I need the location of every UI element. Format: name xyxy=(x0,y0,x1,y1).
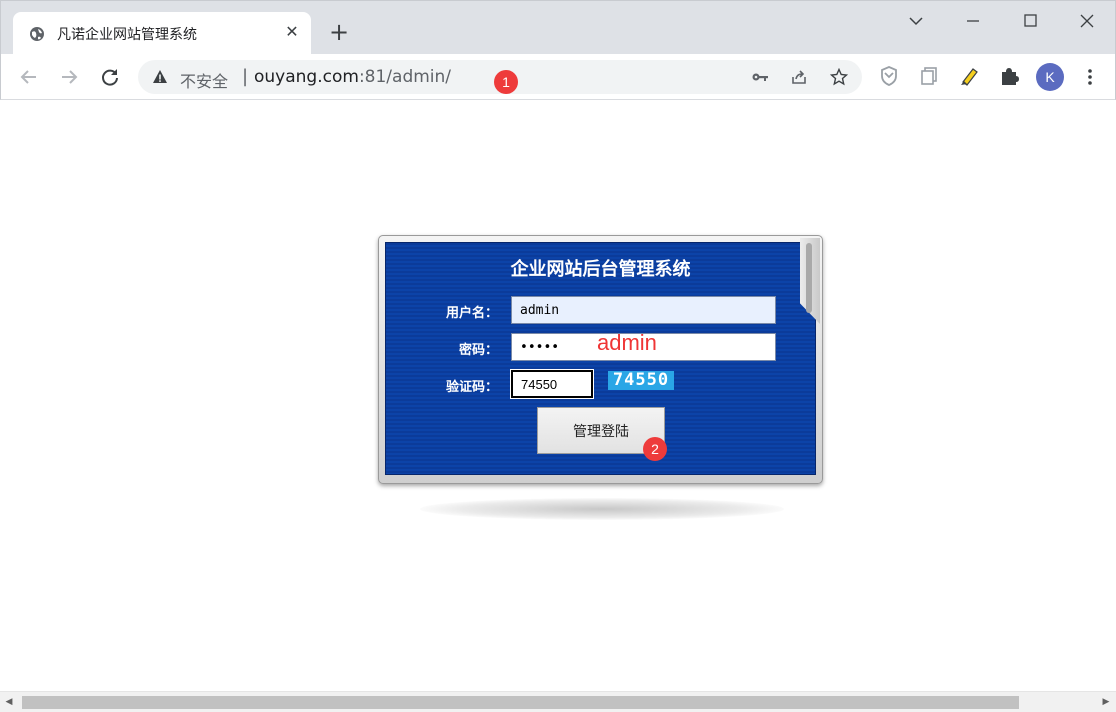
annotation-badge-2: 2 xyxy=(643,437,667,461)
password-hint-annotation: admin xyxy=(597,330,657,355)
shield-extension-icon[interactable] xyxy=(878,65,900,87)
scrollbar-thumb[interactable] xyxy=(22,696,1019,709)
close-window-icon[interactable] xyxy=(1072,7,1102,35)
menu-kebab-icon[interactable] xyxy=(1079,65,1101,89)
url-text[interactable]: ouyang.com:81/admin/ xyxy=(254,67,451,87)
star-icon[interactable] xyxy=(830,68,848,86)
forward-arrow-icon[interactable] xyxy=(57,65,81,89)
horizontal-scrollbar[interactable]: ◀ ▶ xyxy=(0,691,1116,712)
scroll-left-arrow-icon[interactable]: ◀ xyxy=(4,697,14,707)
captcha-image[interactable]: 74550 xyxy=(608,371,674,390)
tab-title: 凡诺企业网站管理系统 xyxy=(57,27,197,43)
browser-window: 凡诺企业网站管理系统 ✕ + 不安全 | ouyang.com:81/admin… xyxy=(0,0,1116,712)
password-label: 密码： xyxy=(458,343,498,358)
minimize-icon[interactable] xyxy=(958,7,988,35)
key-icon[interactable] xyxy=(751,68,769,86)
highlighter-icon[interactable] xyxy=(958,65,980,87)
annotation-badge-1: 1 xyxy=(494,70,518,94)
login-title: 企业网站后台管理系统 xyxy=(510,259,691,280)
maximize-icon[interactable] xyxy=(1015,7,1045,35)
warning-icon[interactable] xyxy=(152,69,168,85)
scroll-right-arrow-icon[interactable]: ▶ xyxy=(1101,697,1111,707)
browser-tab[interactable]: 凡诺企业网站管理系统 ✕ xyxy=(13,12,311,55)
globe-icon xyxy=(30,27,44,41)
chevron-down-icon[interactable] xyxy=(901,7,931,35)
new-tab-button[interactable]: + xyxy=(327,20,351,45)
username-input[interactable] xyxy=(511,296,776,324)
copy-extension-icon[interactable] xyxy=(918,65,940,87)
url-path: :81/admin/ xyxy=(358,67,452,87)
panel-shadow xyxy=(420,498,784,520)
address-separator: | xyxy=(242,66,249,87)
captcha-input[interactable] xyxy=(511,370,593,398)
captcha-label: 验证码： xyxy=(445,380,498,395)
browser-toolbar: 不安全 | ouyang.com:81/admin/ K xyxy=(0,54,1116,100)
tab-strip: 凡诺企业网站管理系统 ✕ + xyxy=(0,0,1116,55)
username-label: 用户名： xyxy=(445,306,498,321)
puzzle-icon[interactable] xyxy=(998,65,1020,87)
security-status[interactable]: 不安全 xyxy=(180,68,228,92)
tab-close-button[interactable]: ✕ xyxy=(283,23,301,41)
reload-icon[interactable] xyxy=(98,65,122,89)
back-arrow-icon[interactable] xyxy=(17,65,41,89)
url-host: ouyang.com xyxy=(254,67,359,87)
share-icon[interactable] xyxy=(790,68,808,86)
profile-avatar[interactable]: K xyxy=(1036,63,1064,91)
